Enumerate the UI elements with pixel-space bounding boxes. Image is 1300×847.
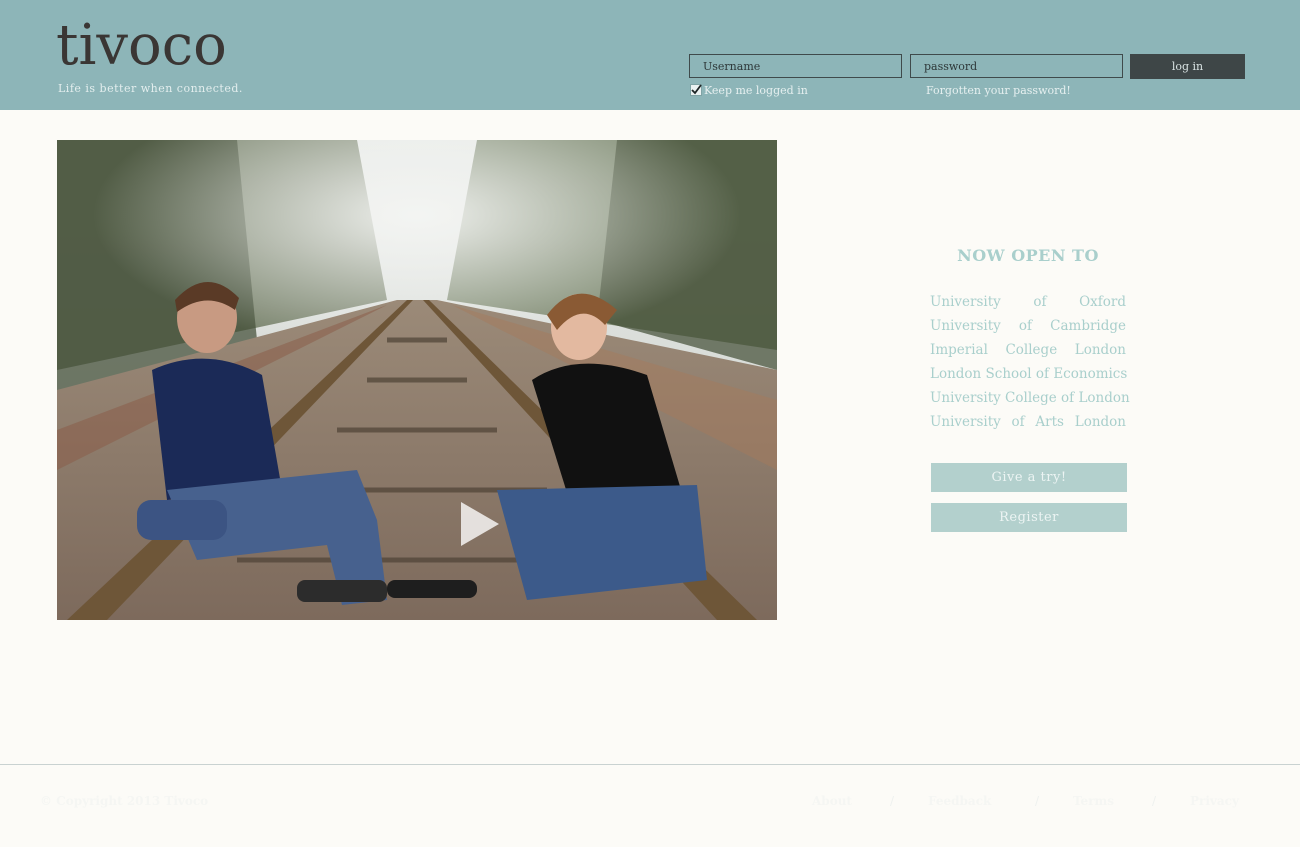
video-player[interactable] [57,140,777,620]
footer-link-privacy[interactable]: Privacy [1190,794,1239,808]
keep-logged-in-label: Keep me logged in [704,84,808,97]
username-input[interactable] [689,54,902,78]
keep-logged-in[interactable]: Keep me logged in [690,83,808,97]
video-thumbnail [57,140,777,620]
footer-link-about[interactable]: About [812,794,852,808]
checkbox-checked-icon[interactable] [690,83,702,96]
footer-divider [0,764,1300,765]
list-item: University College of London [930,390,1130,406]
list-item: University of Arts London [930,414,1126,430]
footer-link-terms[interactable]: Terms [1073,794,1114,808]
password-input[interactable] [910,54,1123,78]
login-button[interactable]: log in [1130,54,1245,79]
header-bar: tivoco Life is better when connected. lo… [0,0,1300,110]
university-list: University of Oxford University of Cambr… [930,291,1130,435]
list-item: Imperial College London [930,342,1126,358]
footer-separator: / [1152,794,1157,808]
tagline: Life is better when connected. [58,82,243,95]
footer-separator: / [1035,794,1040,808]
list-item: London School of Economics [930,366,1128,382]
now-open-title: NOW OPEN TO [957,246,1099,265]
forgot-password-link[interactable]: Forgotten your password! [926,84,1071,97]
play-icon[interactable] [459,500,501,548]
list-item: University of Cambridge [930,318,1126,334]
register-button[interactable]: Register [931,503,1127,532]
footer-separator: / [890,794,895,808]
footer-link-feedback[interactable]: Feedback [928,794,991,808]
copyright: © Copyright 2013 Tivoco [40,794,209,808]
give-a-try-button[interactable]: Give a try! [931,463,1127,492]
site-logo[interactable]: tivoco [56,14,227,78]
list-item: University of Oxford [930,294,1126,310]
